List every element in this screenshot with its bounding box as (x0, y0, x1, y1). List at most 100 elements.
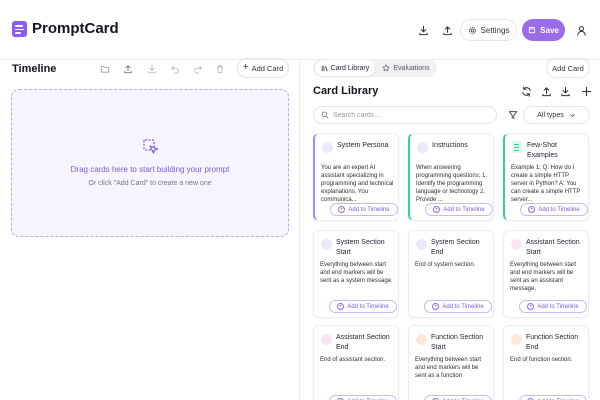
add-to-timeline-label: Add to Timeline (442, 303, 484, 310)
dropzone-hint: Or click "Add Card" to create a new one (88, 180, 212, 187)
app-logo-icon (12, 21, 27, 37)
library-card[interactable]: Assistant Section End End of assistant s… (313, 325, 399, 400)
search-input[interactable] (333, 111, 483, 119)
add-to-timeline-label: Add to Timeline (347, 303, 389, 310)
gear-icon (468, 26, 476, 34)
library-icon (321, 65, 328, 71)
card-description: Example 1: Q: How do I create a simple H… (511, 165, 581, 203)
undo-icon[interactable] (168, 62, 182, 76)
library-card[interactable]: Function Section End End of function sec… (503, 325, 589, 400)
card-title: System Section End (431, 239, 480, 256)
card-type-dot (321, 334, 332, 345)
card-title: System Section Start (336, 239, 385, 256)
timeline-dropzone[interactable]: Drag cards here to start building your p… (11, 89, 289, 237)
panel-tabs: Card Library Evaluations (313, 59, 437, 77)
tab-evaluations[interactable]: Evaluations (377, 60, 435, 76)
document-icon (512, 141, 522, 153)
add-to-timeline-button[interactable]: +Add to Timeline (329, 300, 397, 313)
card-description: End of assistant section. (320, 357, 386, 363)
tab-card-library[interactable]: Card Library (315, 60, 375, 76)
save-icon (529, 26, 536, 34)
plus-circle-icon: + (433, 206, 441, 213)
add-to-timeline-label: Add to Timeline (348, 206, 390, 213)
export-icon[interactable] (121, 62, 135, 76)
plus-circle-icon: + (337, 303, 345, 310)
type-filter-select[interactable]: All types (523, 106, 590, 124)
save-label: Save (540, 25, 559, 35)
library-card[interactable]: System Persona You are an expert AI assi… (313, 133, 399, 221)
add-to-timeline-label: Add to Timeline (443, 206, 485, 213)
save-button[interactable]: Save (522, 19, 565, 41)
card-type-dot (417, 142, 428, 153)
add-to-timeline-button[interactable]: +Add to Timeline (424, 395, 492, 400)
library-card[interactable]: System Section Start Everything between … (313, 230, 399, 318)
dropzone-message: Drag cards here to start building your p… (70, 165, 230, 174)
library-card[interactable]: Function Section Start Everything betwee… (408, 325, 494, 400)
card-title: System Persona (337, 142, 389, 149)
settings-label: Settings (480, 25, 510, 35)
library-panel: Card Library Evaluations Add Card Card L… (301, 58, 600, 400)
star-icon (382, 64, 390, 72)
card-description: End of function section. (510, 357, 573, 363)
add-card-button[interactable]: Add Card (546, 58, 590, 78)
add-to-timeline-button[interactable]: +Add to Timeline (519, 300, 587, 313)
plus-icon: + (242, 62, 249, 73)
add-to-timeline-label: Add to Timeline (538, 206, 580, 213)
folder-icon[interactable] (98, 62, 112, 76)
import-icon[interactable] (145, 62, 159, 76)
search-icon (321, 111, 329, 119)
plus-circle-icon: + (338, 206, 346, 213)
card-description: End of system section. (415, 262, 476, 268)
type-filter-value: All types (537, 111, 564, 119)
card-type-dot (416, 334, 427, 345)
card-description: When answering programming questions: 1.… (416, 165, 488, 203)
card-type-dot (511, 239, 522, 250)
add-to-timeline-button[interactable]: +Add to Timeline (329, 395, 397, 400)
library-card[interactable]: Assistant Section Start Everything betwe… (503, 230, 589, 318)
add-card-button[interactable]: + Add Card (237, 58, 289, 78)
timeline-title: Timeline (12, 63, 57, 75)
add-to-timeline-button[interactable]: +Add to Timeline (330, 203, 398, 216)
export-icon[interactable] (539, 84, 553, 98)
library-card[interactable]: System Section End End of system section… (408, 230, 494, 318)
library-title: Card Library (313, 85, 379, 97)
user-icon[interactable] (570, 19, 592, 41)
library-card[interactable]: Instructions When answering programming … (408, 133, 494, 221)
app-header: PromptCard Settings Save (0, 0, 600, 60)
card-type-dot (322, 142, 333, 153)
filter-icon[interactable] (506, 108, 520, 122)
redo-icon[interactable] (191, 62, 205, 76)
tab-label: Evaluations (393, 64, 430, 72)
card-title: Assistant Section End (336, 334, 390, 351)
card-title: Function Section Start (431, 334, 484, 351)
download-icon[interactable] (412, 19, 434, 41)
upload-icon[interactable] (436, 19, 458, 41)
app-name: PromptCard (32, 20, 119, 37)
library-card[interactable]: Few-Shot Examples Example 1: Q: How do I… (503, 133, 589, 221)
add-to-timeline-button[interactable]: +Add to Timeline (519, 395, 587, 400)
plus-circle-icon: + (527, 303, 535, 310)
search-field[interactable] (313, 106, 497, 124)
timeline-panel: Timeline + Add Card Drag cards here to s… (0, 58, 300, 400)
card-type-dot (511, 334, 522, 345)
add-to-timeline-label: Add to Timeline (537, 303, 579, 310)
chevron-down-icon (570, 113, 575, 117)
card-title: Function Section End (526, 334, 579, 351)
add-to-timeline-button[interactable]: +Add to Timeline (425, 203, 493, 216)
add-to-timeline-button[interactable]: +Add to Timeline (424, 300, 492, 313)
card-description: Everything between start and end markers… (320, 262, 393, 284)
plus-circle-icon: + (528, 206, 536, 213)
card-description: Everything between start and end markers… (415, 357, 482, 379)
card-title: Assistant Section Start (526, 239, 580, 256)
card-type-dot (416, 239, 427, 250)
card-title: Instructions (432, 142, 468, 149)
plus-circle-icon: + (432, 303, 440, 310)
settings-button[interactable]: Settings (460, 19, 517, 41)
plus-icon[interactable] (579, 84, 593, 98)
download-icon[interactable] (558, 84, 572, 98)
refresh-icon[interactable] (519, 84, 533, 98)
trash-icon[interactable] (213, 62, 227, 76)
tab-label: Card Library (330, 64, 370, 72)
card-title: Few-Shot Examples (527, 142, 558, 159)
add-to-timeline-button[interactable]: +Add to Timeline (520, 203, 588, 216)
